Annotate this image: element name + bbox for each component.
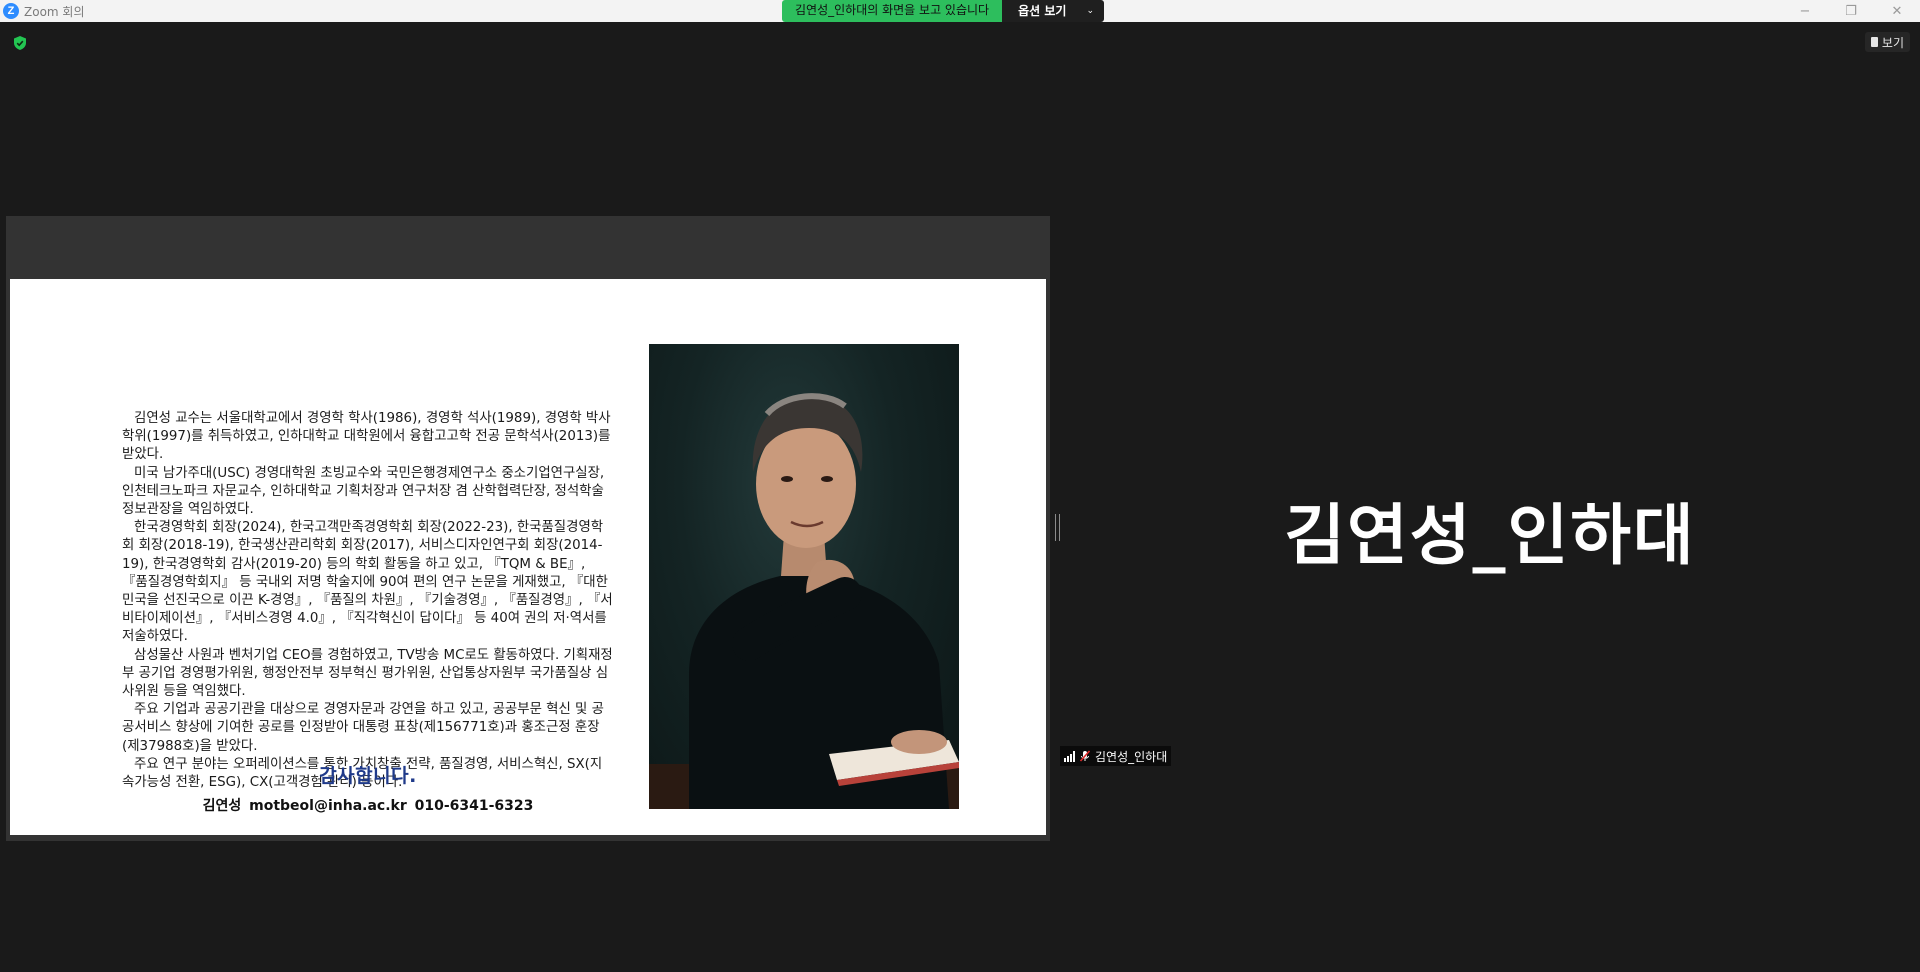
share-status-message: 김연성_인하대의 화면을 보고 있습니다 [782, 0, 1003, 22]
restore-button[interactable]: ❐ [1828, 0, 1874, 22]
splitter-handle[interactable] [1055, 514, 1060, 541]
signal-strength-icon [1064, 750, 1075, 762]
view-button-label: 보기 [1881, 35, 1904, 50]
chevron-down-icon: ⌄ [1086, 5, 1094, 16]
bio-paragraph: 미국 남가주대(USC) 경영대학원 초빙교수와 국민은행경제연구소 중소기업연… [122, 465, 605, 518]
participant-name-tag: 김연성_인하대 [1060, 746, 1172, 766]
portrait-illustration [649, 393, 959, 809]
close-button[interactable]: ✕ [1874, 0, 1920, 22]
view-button[interactable]: 보기 [1864, 32, 1910, 52]
bio-paragraph: 주요 기업과 공공기관을 대상으로 경영자문과 강연을 하고 있고, 공공부문 … [122, 702, 604, 754]
view-options-label: 옵션 보기 [1018, 3, 1067, 18]
presentation-slide: 김연성 교수는 서울대학교에서 경영학 학사(1986), 경영학 석사(198… [10, 279, 1046, 835]
bio-paragraph: 김연성 교수는 서울대학교에서 경영학 학사(1986), 경영학 석사(198… [122, 411, 611, 463]
shared-screen: 김연성 교수는 서울대학교에서 경영학 학사(1986), 경영학 석사(198… [6, 216, 1050, 841]
mic-muted-icon [1079, 750, 1091, 762]
window-controls: − ❐ ✕ [1782, 0, 1920, 22]
bio-paragraph: 삼성물산 사원과 벤처기업 CEO를 경험하였고, TV방송 MC로도 활동하였… [122, 647, 613, 700]
zoom-logo-icon: Z [3, 3, 19, 19]
participant-tag-name: 김연성_인하대 [1095, 749, 1168, 764]
encryption-shield-icon[interactable] [12, 35, 28, 51]
thanks-heading: 감사합니다. [319, 765, 417, 787]
portrait-photo [649, 344, 959, 809]
participant-display-name: 김연성_인하대 [1284, 497, 1696, 574]
bio-text: 김연성 교수는 서울대학교에서 경영학 학사(1986), 경영학 석사(198… [122, 410, 614, 792]
screen-share-banner: 김연성_인하대의 화면을 보고 있습니다 옵션 보기 ⌄ [782, 0, 1104, 22]
view-layout-icon [1870, 37, 1878, 47]
minimize-button[interactable]: − [1782, 0, 1828, 22]
bio-paragraph: 한국경영학회 회장(2024), 한국고객만족경영학회 회장(2022-23),… [122, 520, 613, 645]
contact-line: 김연성 motbeol@inha.ac.kr 010-6341-6323 [202, 798, 534, 814]
window-title: Zoom 회의 [24, 4, 85, 19]
view-options-button[interactable]: 옵션 보기 ⌄ [1002, 0, 1104, 22]
